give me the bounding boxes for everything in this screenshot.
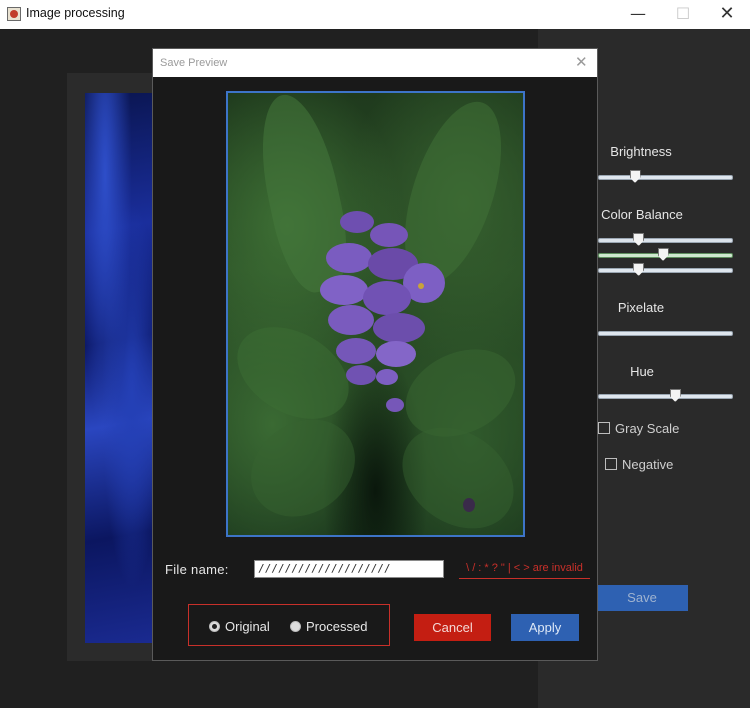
original-radio-indicator[interactable] [209, 621, 220, 632]
file-name-input[interactable]: //////////////////// [254, 560, 444, 578]
preview-flower-bud [376, 369, 398, 385]
hue-slider[interactable] [598, 389, 733, 402]
preview-flower-bud [336, 338, 376, 364]
maximize-button[interactable]: ☐ [668, 3, 698, 25]
dialog-close-icon[interactable]: ✕ [575, 53, 588, 71]
processed-radio[interactable]: Processed [290, 619, 367, 634]
window-title: Image processing [26, 6, 125, 20]
window-close-button[interactable]: ✕ [712, 3, 742, 25]
gray-scale-checkbox[interactable]: Gray Scale [598, 421, 679, 436]
invalid-characters-warning: \ / : * ? " | < > are invalid [459, 562, 590, 579]
preview-leaf [232, 399, 374, 535]
save-preview-dialog: Save Preview ✕ File name: //////////////… [152, 48, 598, 661]
preview-flower-bud [386, 398, 404, 412]
color-balance-label: Color Balance [601, 207, 683, 222]
file-name-label: File name: [165, 562, 229, 577]
hue-label: Hue [630, 364, 654, 379]
original-radio[interactable]: Original [209, 619, 270, 634]
negative-checkbox[interactable]: Negative [605, 457, 673, 472]
preview-flower-bud [328, 305, 374, 335]
original-radio-label: Original [225, 619, 270, 634]
preview-flower-bud [363, 281, 411, 315]
color-balance-blue-slider[interactable] [598, 263, 733, 276]
processed-radio-indicator[interactable] [290, 621, 301, 632]
color-balance-green-slider[interactable] [598, 248, 733, 261]
gray-scale-checkbox-box[interactable] [598, 422, 610, 434]
gray-scale-label: Gray Scale [615, 421, 680, 436]
negative-label: Negative [622, 457, 674, 472]
apply-button[interactable]: Apply [511, 614, 579, 641]
color-balance-red-slider[interactable] [598, 233, 733, 246]
preview-image [226, 91, 525, 537]
processed-radio-label: Processed [306, 619, 368, 634]
java-app-icon [7, 7, 21, 21]
dialog-title: Save Preview [160, 57, 228, 69]
brightness-label: Brightness [610, 144, 672, 159]
brightness-slider[interactable] [598, 170, 733, 183]
save-mode-radio-group: Original Processed [188, 604, 390, 646]
preview-flower-bud [340, 211, 374, 233]
window-titlebar: Image processing — ☐ ✕ [0, 0, 750, 30]
preview-flower-bud [376, 341, 416, 367]
preview-flower-stamen [418, 283, 424, 289]
save-button[interactable]: Save [596, 585, 688, 611]
preview-flower-bud [346, 365, 376, 385]
preview-flower-bud [320, 275, 368, 305]
pixelate-slider[interactable] [598, 331, 733, 336]
pixelate-label: Pixelate [617, 300, 665, 315]
dialog-titlebar: Save Preview ✕ [153, 49, 597, 77]
preview-small-bud [463, 498, 475, 512]
preview-flower-bud [370, 223, 408, 247]
preview-flower-bud [373, 313, 425, 343]
cancel-button[interactable]: Cancel [414, 614, 491, 641]
negative-checkbox-box[interactable] [605, 458, 617, 470]
preview-flower-bud [326, 243, 372, 273]
loaded-image [85, 93, 152, 643]
minimize-button[interactable]: — [623, 3, 653, 25]
